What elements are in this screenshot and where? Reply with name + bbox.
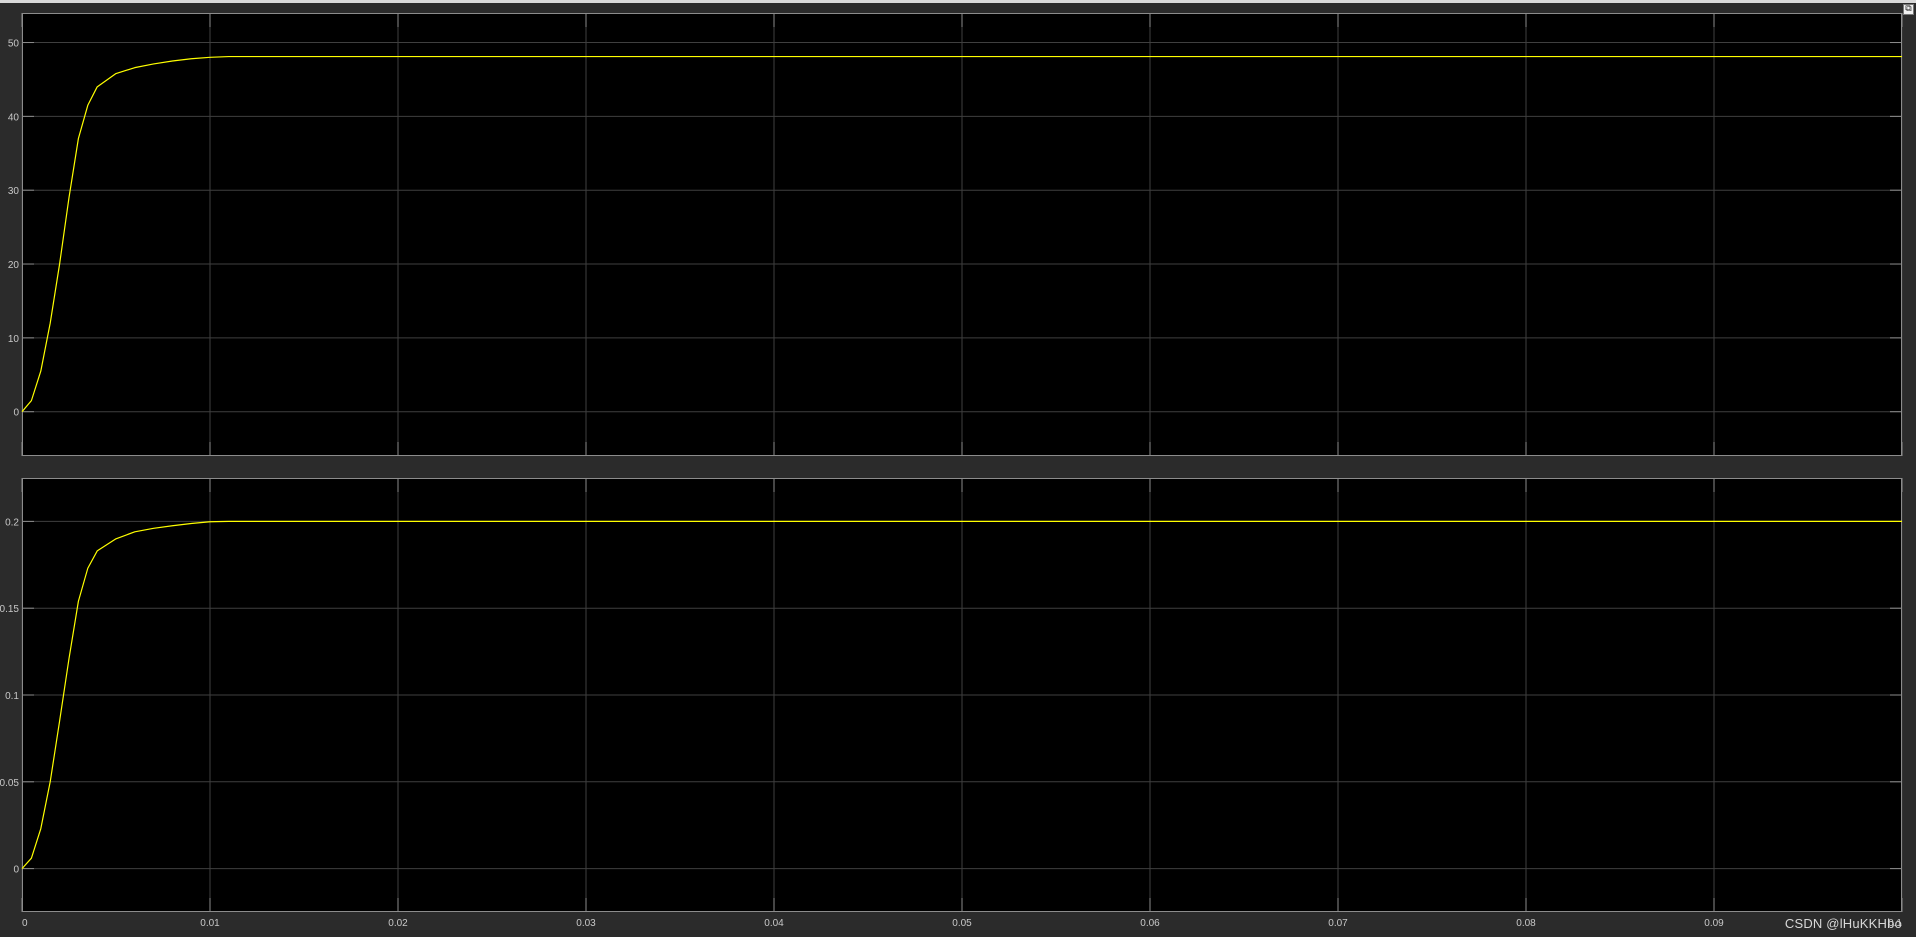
- x-tick-label: 0.09: [1704, 918, 1724, 929]
- y-tick-label: 40: [8, 112, 20, 123]
- watermark: CSDN @lHuKKHbo: [1784, 916, 1902, 931]
- axes-2: 0 0.01 0.02 0.03 0.04 0.05 0.06 0.07 0.08 0.09 0.1…: [0, 478, 1903, 929]
- y-tick-label: 0.2: [5, 517, 19, 528]
- axes-1: 0 10 20 30 40 50: [8, 13, 1903, 456]
- x-tick-label: 0.05: [952, 918, 972, 929]
- scope-figure: 0 10 20 30 40 50 0 0.01 0.02 0.03 0.04 0.05 0.06 0.07…: [0, 13, 1903, 929]
- x-tick-label: 0.06: [1140, 918, 1160, 929]
- x-tick-label: 0: [22, 918, 28, 929]
- x-tick-label: 0.04: [764, 918, 784, 929]
- y-tick-label: 0.15: [0, 604, 19, 615]
- x-tick-label: 0.03: [576, 918, 596, 929]
- y-tick-label: 20: [8, 260, 20, 271]
- x-tick-label: 0.02: [388, 918, 408, 929]
- y-tick-label: 0.1: [5, 691, 19, 702]
- x-tick-label: 0.01: [200, 918, 220, 929]
- y-tick-label: 10: [8, 334, 20, 345]
- y-tick-label: 0.05: [0, 778, 19, 789]
- y-tick-label: 30: [8, 186, 20, 197]
- y-tick-label: 50: [8, 39, 20, 50]
- x-tick-label: 0.08: [1516, 918, 1536, 929]
- x-tick-label: 0.07: [1328, 918, 1348, 929]
- y-tick-label: 0: [13, 865, 19, 876]
- y-tick-label: 0: [13, 408, 19, 419]
